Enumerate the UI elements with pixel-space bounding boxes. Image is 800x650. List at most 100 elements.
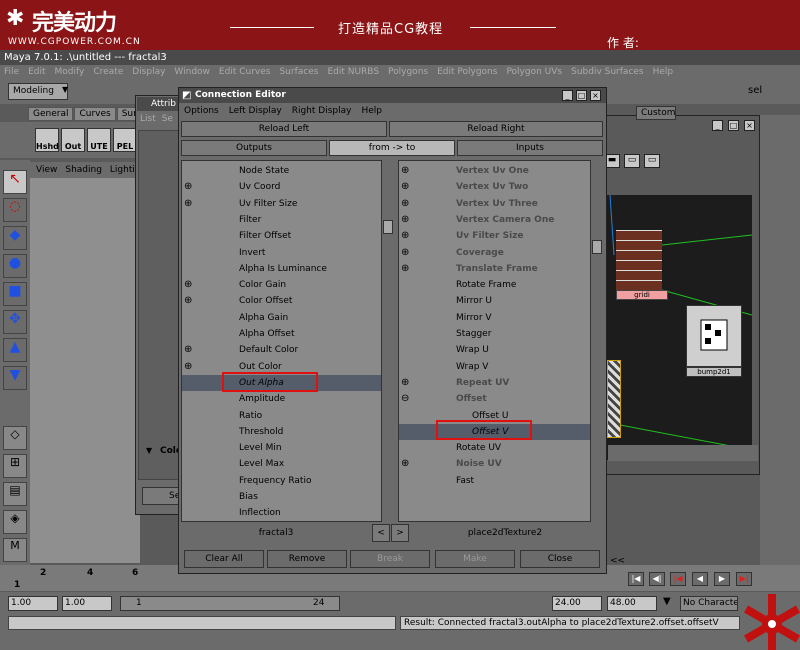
attribute-row[interactable]: ⊕ Uv Coord — [182, 179, 382, 195]
expand-icon[interactable]: ⊕ — [184, 196, 196, 212]
attribute-row[interactable]: ⊕ Uv Filter Size — [399, 228, 591, 244]
attribute-row[interactable]: Alpha Offset — [182, 326, 382, 342]
layout-four-icon[interactable]: ⊞ — [3, 454, 27, 478]
shelf-tab[interactable]: General — [28, 107, 74, 121]
viewport-menu-item[interactable]: Shading — [65, 165, 102, 175]
attribute-row[interactable]: Invert — [182, 245, 382, 261]
attribute-row[interactable]: ⊖ Offset — [399, 391, 591, 407]
playback-end-field[interactable]: 24.00 — [552, 596, 602, 611]
attribute-row[interactable]: ⊕ Uv Filter Size — [182, 196, 382, 212]
expand-icon[interactable]: ⊕ — [184, 179, 196, 195]
go-start-icon[interactable]: |◀ — [628, 572, 644, 586]
expand-icon[interactable]: ⊕ — [184, 293, 196, 309]
shelf-button-hshd[interactable]: Hshd — [35, 128, 59, 152]
menu-left-display[interactable]: Left Display — [229, 106, 282, 116]
maya-menu-item[interactable]: Edit Polygons — [437, 67, 497, 77]
hypershade-tab[interactable]: Custom — [636, 106, 676, 120]
attribute-row[interactable]: ⊕ Vertex Uv One — [399, 163, 591, 179]
attribute-row[interactable]: Bias — [182, 489, 382, 505]
expand-icon[interactable]: ⊕ — [401, 212, 413, 228]
attribute-select-button[interactable]: Se — [142, 487, 182, 505]
attribute-row[interactable]: Filter — [182, 212, 382, 228]
expand-icon[interactable]: ⊕ — [401, 228, 413, 244]
mode-select[interactable]: Modeling — [8, 83, 68, 100]
step-key-back-icon[interactable]: |◀ — [670, 572, 686, 586]
layout-outliner-icon[interactable]: ▤ — [3, 482, 27, 506]
viewport[interactable] — [30, 178, 140, 563]
inputs-scrollbar[interactable] — [590, 160, 602, 522]
reload-left-button[interactable]: Reload Left — [181, 121, 387, 137]
play-forward-icon[interactable]: ▶ — [714, 572, 730, 586]
clear-all-button[interactable]: Clear All — [184, 550, 264, 568]
end-time-field[interactable]: 48.00 — [607, 596, 657, 611]
expand-icon[interactable]: ⊕ — [401, 245, 413, 261]
attribute-row[interactable]: ⊕ Default Color — [182, 342, 382, 358]
attribute-row[interactable]: Node State — [182, 163, 382, 179]
attribute-row[interactable]: Level Max — [182, 456, 382, 472]
bump-node-swatch[interactable] — [686, 305, 742, 367]
expand-icon[interactable]: ⊕ — [401, 179, 413, 195]
maximize-icon[interactable]: □ — [576, 90, 587, 101]
move-tool-icon[interactable]: ◆ — [3, 226, 27, 250]
scale-tool-icon[interactable]: ■ — [3, 282, 27, 306]
shelf-tab[interactable]: Curves — [74, 107, 116, 121]
chevron-down-icon[interactable]: ▼ — [663, 596, 679, 611]
attribute-row[interactable]: Mirror U — [399, 293, 591, 309]
range-slider[interactable]: 1 24 — [120, 596, 340, 611]
attribute-row[interactable]: Threshold — [182, 424, 382, 440]
attribute-row[interactable]: Amplitude — [182, 391, 382, 407]
remove-button[interactable]: Remove — [267, 550, 347, 568]
shelf-button-pel[interactable]: PEL — [113, 128, 137, 152]
attribute-row[interactable]: ⊕ Vertex Camera One — [399, 212, 591, 228]
expand-icon[interactable]: ⊕ — [401, 375, 413, 391]
attribute-row[interactable]: ⊕ Noise UV — [399, 456, 591, 472]
menu-options[interactable]: Options — [184, 106, 219, 116]
viewport-menu-item[interactable]: View — [36, 165, 57, 175]
reload-right-button[interactable]: Reload Right — [389, 121, 603, 137]
attribute-row[interactable]: ⊕ Repeat UV — [399, 375, 591, 391]
maya-menu-item[interactable]: Window — [174, 67, 210, 77]
attribute-row[interactable]: Alpha Is Luminance — [182, 261, 382, 277]
expand-icon[interactable]: ⊕ — [184, 359, 196, 375]
outputs-scrollbar[interactable] — [381, 160, 393, 522]
maya-menu-item[interactable]: Edit Curves — [219, 67, 271, 77]
layout-persp-icon[interactable]: ◈ — [3, 510, 27, 534]
expand-icon[interactable]: ⊕ — [401, 261, 413, 277]
attribute-row[interactable]: Ratio — [182, 408, 382, 424]
timeline-scroll-marks[interactable]: << — [610, 556, 625, 566]
attribute-row[interactable]: ⊕ Coverage — [399, 245, 591, 261]
attribute-menu-item[interactable]: List — [140, 114, 156, 124]
attribute-row[interactable]: Mirror V — [399, 310, 591, 326]
attribute-row[interactable]: ⊕ Color Gain — [182, 277, 382, 293]
inputs-button[interactable]: Inputs — [457, 140, 603, 156]
maya-menu-item[interactable]: Edit — [28, 67, 45, 77]
maya-menu-item[interactable]: Edit NURBS — [327, 67, 379, 77]
brick-texture-swatch[interactable] — [616, 230, 662, 290]
step-back-icon[interactable]: ◀| — [649, 572, 665, 586]
attribute-row[interactable]: Stagger — [399, 326, 591, 342]
soft-mod-tool-icon[interactable]: ▲ — [3, 338, 27, 362]
command-input[interactable] — [8, 616, 396, 630]
maya-menu-item[interactable]: Subdiv Surfaces — [571, 67, 644, 77]
maya-menu-item[interactable]: Help — [653, 67, 674, 77]
attribute-row[interactable]: Wrap U — [399, 342, 591, 358]
graph-output-icon[interactable]: ▭ — [644, 154, 660, 168]
attribute-row[interactable]: Fast — [399, 473, 591, 489]
expand-icon[interactable]: ⊕ — [184, 277, 196, 293]
fractal-node-swatch[interactable] — [607, 360, 621, 438]
maya-menu-item[interactable]: Surfaces — [279, 67, 318, 77]
maya-menu-item[interactable]: Modify — [55, 67, 85, 77]
attribute-row[interactable]: ⊕ Color Offset — [182, 293, 382, 309]
make-button[interactable]: Make — [435, 550, 515, 568]
menu-right-display[interactable]: Right Display — [292, 106, 352, 116]
attribute-row[interactable]: Inflection — [182, 505, 382, 521]
close-icon[interactable]: × — [590, 90, 601, 101]
scroll-thumb[interactable] — [592, 240, 602, 254]
maya-menu-item[interactable]: File — [4, 67, 19, 77]
expand-icon[interactable]: ⊕ — [401, 196, 413, 212]
attribute-row[interactable]: ⊕ Vertex Uv Three — [399, 196, 591, 212]
menu-help[interactable]: Help — [361, 106, 382, 116]
direction-toggle[interactable]: from -> to — [329, 140, 455, 156]
layout-single-icon[interactable]: ◇ — [3, 426, 27, 450]
attribute-row[interactable]: Frequency Ratio — [182, 473, 382, 489]
